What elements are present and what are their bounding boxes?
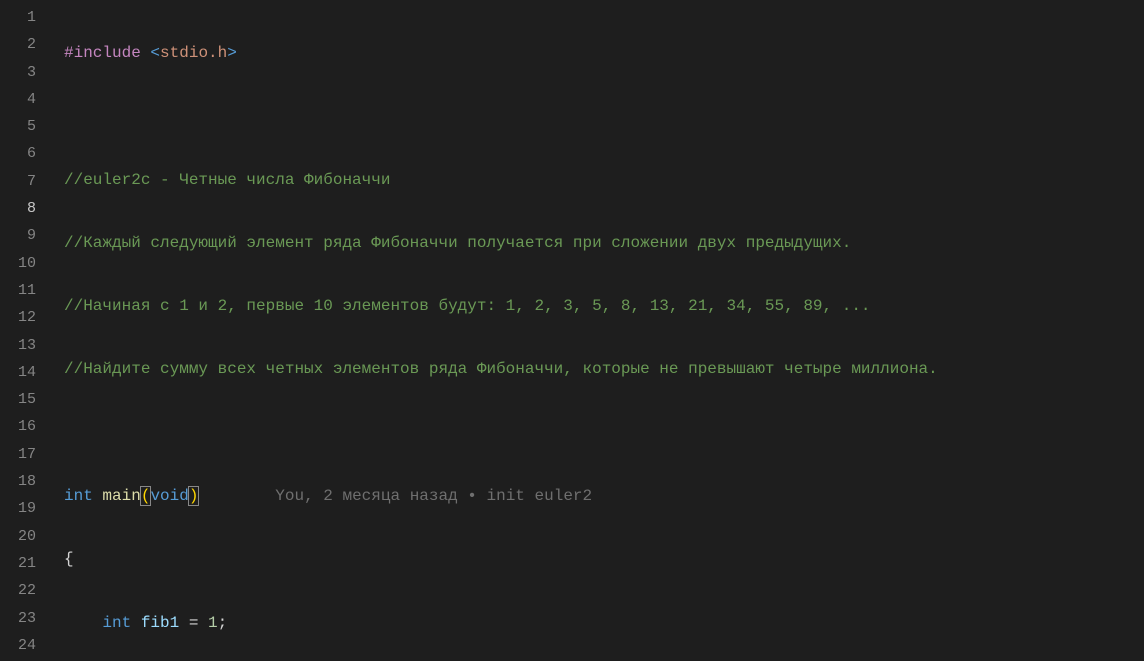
- number-token: 1: [208, 614, 218, 632]
- line-number: 3: [0, 59, 36, 86]
- line-number: 2: [0, 31, 36, 58]
- header-name: stdio.h: [160, 44, 227, 62]
- code-line[interactable]: //euler2c - Четные числа Фибоначчи: [50, 167, 1144, 194]
- git-blame-annotation: You, 2 месяца назад • init euler2: [275, 487, 592, 505]
- keyword-token: int: [64, 487, 93, 505]
- comment-token: //Начиная с 1 и 2, первые 10 элементов б…: [64, 297, 871, 315]
- comment-token: //Каждый следующий элемент ряда Фибоначч…: [64, 234, 851, 252]
- line-number: 13: [0, 332, 36, 359]
- line-number: 16: [0, 413, 36, 440]
- code-line[interactable]: #include <stdio.h>: [50, 40, 1144, 67]
- line-number: 17: [0, 441, 36, 468]
- line-number: 18: [0, 468, 36, 495]
- line-number: 1: [0, 4, 36, 31]
- line-number: 21: [0, 550, 36, 577]
- line-number: 7: [0, 168, 36, 195]
- spacer: [198, 487, 275, 505]
- code-line[interactable]: {: [50, 546, 1144, 573]
- comment-token: //Найдите сумму всех четных элементов ря…: [64, 360, 938, 378]
- angle-bracket: >: [227, 44, 237, 62]
- code-line[interactable]: //Начиная с 1 и 2, первые 10 элементов б…: [50, 293, 1144, 320]
- keyword-token: void: [150, 487, 188, 505]
- preprocessor-token: #include: [64, 44, 141, 62]
- code-line[interactable]: //Каждый следующий элемент ряда Фибоначч…: [50, 230, 1144, 257]
- line-number: 19: [0, 495, 36, 522]
- line-number: 22: [0, 577, 36, 604]
- line-number-gutter: 1 2 3 4 5 6 7 8 9 10 11 12 13 14 15 16 1…: [0, 0, 50, 661]
- code-line-active[interactable]: int main(void) You, 2 месяца назад • ini…: [50, 483, 1144, 510]
- code-line[interactable]: [50, 103, 1144, 130]
- line-number: 4: [0, 86, 36, 113]
- operator-token: =: [179, 614, 208, 632]
- code-editor[interactable]: 1 2 3 4 5 6 7 8 9 10 11 12 13 14 15 16 1…: [0, 0, 1144, 661]
- brace-token: {: [64, 550, 74, 568]
- line-number: 14: [0, 359, 36, 386]
- line-number: 11: [0, 277, 36, 304]
- code-area[interactable]: #include <stdio.h> //euler2c - Четные чи…: [50, 0, 1144, 661]
- line-number: 6: [0, 140, 36, 167]
- comment-token: //euler2c - Четные числа Фибоначчи: [64, 171, 390, 189]
- code-line[interactable]: //Найдите сумму всех четных элементов ря…: [50, 356, 1144, 383]
- line-number-active: 8: [0, 195, 36, 222]
- line-number: 15: [0, 386, 36, 413]
- code-line[interactable]: [50, 420, 1144, 447]
- angle-bracket: <: [150, 44, 160, 62]
- function-token: main: [102, 487, 140, 505]
- line-number: 10: [0, 250, 36, 277]
- code-line[interactable]: int fib1 = 1;: [50, 610, 1144, 637]
- variable-token: fib1: [141, 614, 179, 632]
- semicolon-token: ;: [218, 614, 228, 632]
- line-number: 12: [0, 304, 36, 331]
- line-number: 23: [0, 605, 36, 632]
- line-number: 5: [0, 113, 36, 140]
- line-number: 24: [0, 632, 36, 659]
- keyword-token: int: [102, 614, 131, 632]
- line-number: 9: [0, 222, 36, 249]
- line-number: 20: [0, 523, 36, 550]
